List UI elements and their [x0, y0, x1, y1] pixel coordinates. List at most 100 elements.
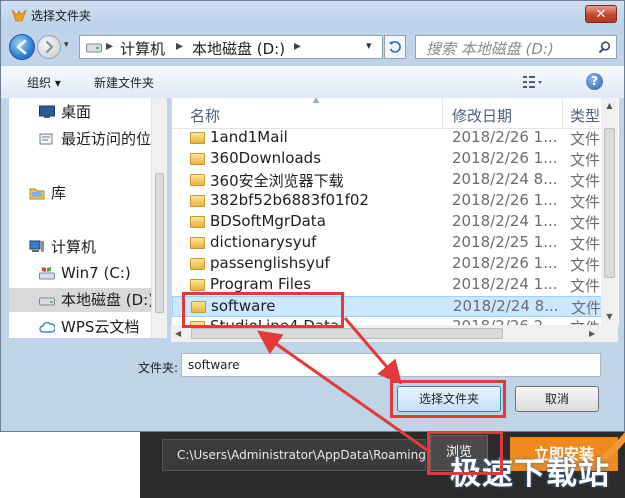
- file-type: 文件: [570, 256, 601, 274]
- title-bar[interactable]: 选择文件夹 ✕: [1, 1, 624, 29]
- breadcrumb-computer[interactable]: 计算机: [120, 38, 165, 59]
- file-row[interactable]: passenglishsyuf 2018/2/26 1... 文件: [172, 254, 602, 275]
- file-date: 2018/2/26 2...: [452, 317, 558, 325]
- file-date: 2018/2/24 1...: [452, 212, 558, 230]
- folder-icon: [190, 195, 205, 207]
- search-icon[interactable]: [598, 41, 611, 54]
- recent-places-icon: [39, 133, 53, 145]
- folder-icon: [190, 174, 205, 186]
- wps-cloud-icon: [39, 321, 55, 333]
- file-row[interactable]: BDSoftMgrData 2018/2/24 1... 文件: [172, 212, 602, 233]
- file-type: 文件: [570, 214, 601, 232]
- file-date: 2018/2/26 1...: [452, 128, 558, 146]
- file-name: 360安全浏览器下载: [210, 172, 344, 190]
- computer-icon: [29, 240, 44, 252]
- navigation-pane: 桌面 最近访问的位 库 计算机 Win7 (C:) 本地磁盘 (D:) WPS云…: [9, 98, 167, 338]
- refresh-button[interactable]: [384, 35, 406, 59]
- command-toolbar: 组织 ▾ 新建文件夹 ?: [1, 65, 624, 99]
- sort-indicator-icon: ▲: [313, 98, 320, 104]
- address-history-dropdown[interactable]: ▾: [366, 39, 372, 52]
- folder-icon: [190, 132, 205, 144]
- search-placeholder: 搜索 本地磁盘 (D:): [426, 40, 554, 58]
- folder-icon: [190, 258, 205, 270]
- view-options-icon[interactable]: [523, 75, 543, 89]
- arrow-right-icon: [45, 40, 54, 54]
- column-divider: [562, 98, 563, 128]
- app-logo-icon: [11, 9, 27, 22]
- nav-scrollbar[interactable]: [151, 98, 167, 338]
- file-name: dictionarysyuf: [210, 233, 317, 251]
- folder-picker-dialog: 选择文件夹 ✕ ▾ ▸ 计算机 ▸ 本地磁盘 (D:) ▸ ▾ 搜索 本地磁盘 …: [0, 0, 625, 432]
- file-date: 2018/2/26 1...: [452, 191, 558, 209]
- libraries-icon: [29, 188, 45, 200]
- file-date: 2018/2/25 1...: [452, 233, 558, 251]
- file-row[interactable]: 360Downloads 2018/2/26 1... 文件: [172, 149, 602, 170]
- file-list-vscrollbar[interactable]: ▲ ▼: [601, 98, 618, 325]
- file-date: 2018/2/26 1...: [452, 254, 558, 272]
- folder-label: 文件夹:: [138, 361, 179, 375]
- breadcrumb-separator: ▸: [106, 38, 114, 54]
- column-header: 名称 ▲ 修改日期 类型: [172, 98, 619, 129]
- drive-c-icon: [39, 267, 55, 280]
- search-input[interactable]: 搜索 本地磁盘 (D:): [415, 35, 617, 59]
- column-divider: [442, 98, 443, 128]
- forward-button[interactable]: [37, 35, 61, 59]
- scroll-right-icon[interactable]: ▶: [589, 325, 601, 342]
- new-folder-button[interactable]: 新建文件夹: [94, 74, 154, 91]
- file-type: 文件: [570, 172, 601, 190]
- file-date: 2018/2/24 1...: [452, 275, 558, 293]
- file-name: BDSoftMgrData: [210, 212, 326, 230]
- file-scroll-thumb[interactable]: [604, 128, 615, 278]
- install-path-field[interactable]: C:\Users\Administrator\AppData\Roaming\d…: [162, 439, 426, 471]
- arrow-left-icon: [16, 39, 27, 55]
- refresh-icon: [389, 41, 401, 53]
- annotation-box-browse: [427, 431, 503, 475]
- dialog-title: 选择文件夹: [31, 9, 92, 23]
- help-icon[interactable]: ?: [586, 73, 603, 90]
- file-name: passenglishsyuf: [210, 254, 330, 272]
- file-type: 文件: [570, 235, 601, 253]
- column-date[interactable]: 修改日期: [452, 105, 512, 126]
- file-row[interactable]: 382bf52b6883f01f02 2018/2/26 1... 文件: [172, 191, 602, 212]
- cancel-button[interactable]: 取消: [515, 386, 599, 412]
- folder-icon: [190, 279, 205, 291]
- file-list: 名称 ▲ 修改日期 类型 1and1Mail 2018/2/26 1... 文件 36…: [171, 98, 619, 325]
- breadcrumb-separator: ▸: [294, 38, 302, 54]
- file-type: 文件: [571, 299, 602, 317]
- column-type[interactable]: 类型: [570, 105, 600, 126]
- installer-left-panel: [0, 432, 140, 498]
- folder-icon: [190, 216, 205, 228]
- h-scroll-thumb[interactable]: [191, 328, 503, 339]
- file-row[interactable]: dictionarysyuf 2018/2/25 1... 文件: [172, 233, 602, 254]
- column-name[interactable]: 名称: [190, 105, 220, 126]
- file-name: 382bf52b6883f01f02: [210, 191, 369, 209]
- file-type: 文件: [570, 130, 601, 148]
- folder-name-input[interactable]: software: [181, 353, 601, 377]
- close-button[interactable]: ✕: [585, 5, 617, 23]
- file-row[interactable]: 360安全浏览器下载 2018/2/24 8... 文件: [172, 170, 602, 191]
- drive-d-icon: [39, 297, 55, 306]
- file-date: 2018/2/24 8...: [452, 170, 558, 188]
- recent-pages-dropdown[interactable]: ▾: [64, 40, 76, 52]
- scroll-up-icon[interactable]: ▲: [601, 98, 618, 114]
- file-name: 1and1Mail: [210, 128, 288, 146]
- back-button[interactable]: [9, 34, 35, 60]
- nav-item-drive-d[interactable]: 本地磁盘 (D:): [9, 288, 159, 312]
- nav-scroll-thumb[interactable]: [155, 173, 164, 313]
- breadcrumb-drive-d[interactable]: 本地磁盘 (D:): [192, 38, 285, 59]
- scroll-down-icon[interactable]: ▼: [601, 309, 618, 325]
- annotation-box-software: [182, 292, 344, 328]
- file-date: 2018/2/26 1...: [452, 149, 558, 167]
- file-type: 文件: [570, 317, 600, 325]
- annotation-box-select-button: [390, 380, 506, 418]
- address-bar[interactable]: ▸ 计算机 ▸ 本地磁盘 (D:) ▸ ▾: [79, 35, 383, 59]
- folder-icon: [190, 237, 205, 249]
- file-date: 2018/2/24 8...: [453, 297, 559, 315]
- file-name: 360Downloads: [210, 149, 322, 167]
- desktop-icon: [39, 105, 55, 118]
- breadcrumb-separator: ▸: [176, 38, 184, 54]
- file-type: 文件: [570, 277, 601, 295]
- file-row[interactable]: 1and1Mail 2018/2/26 1... 文件: [172, 128, 602, 149]
- organize-menu[interactable]: 组织 ▾: [27, 74, 61, 91]
- file-type: 文件: [570, 151, 601, 169]
